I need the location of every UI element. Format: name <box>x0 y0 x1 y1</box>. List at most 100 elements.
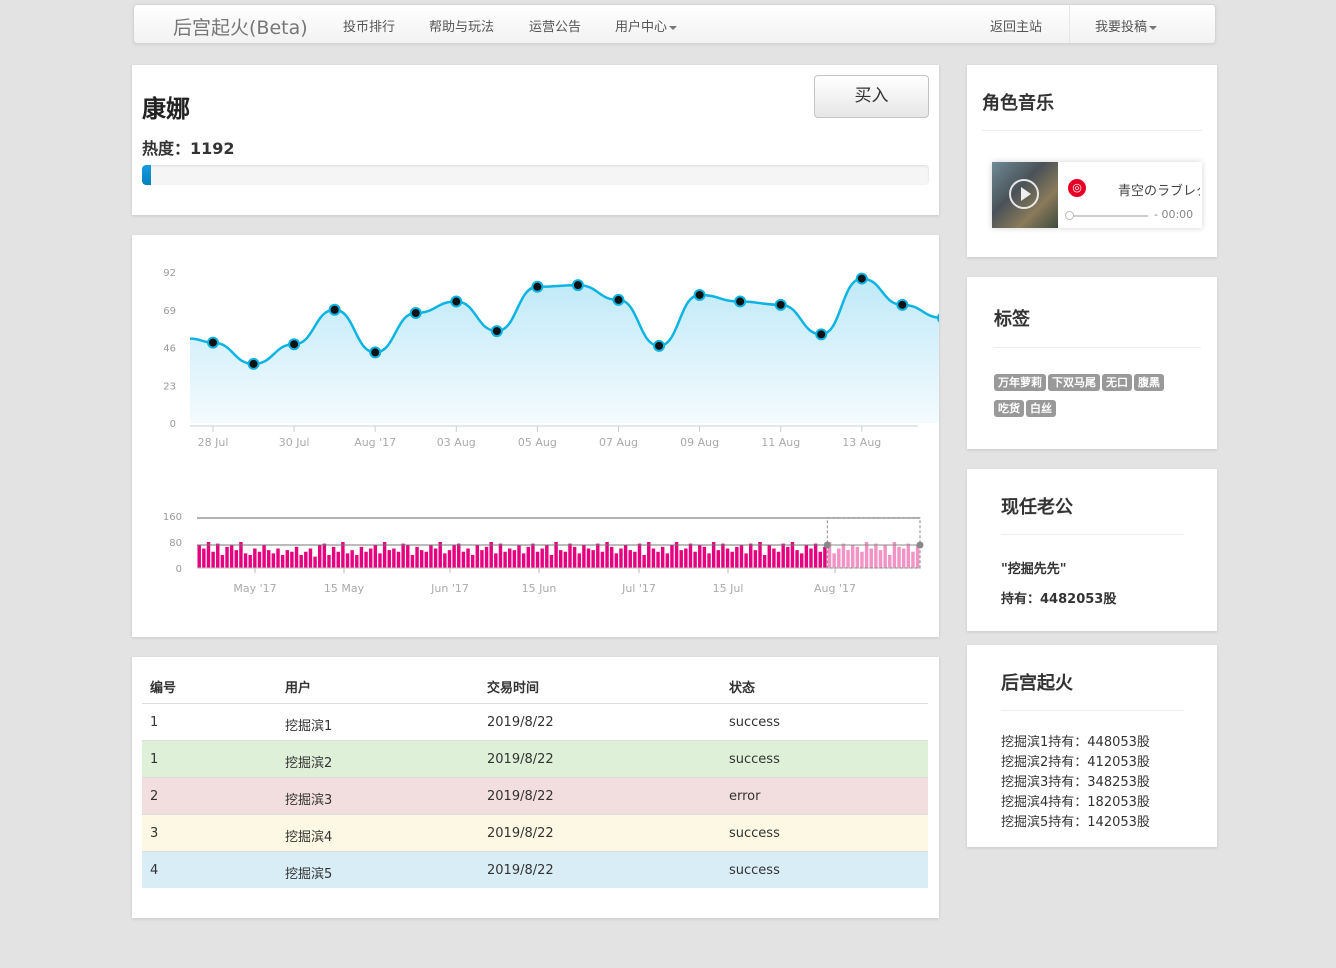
data-point <box>247 357 260 370</box>
nav-coin-ranking[interactable]: 投币排行 <box>343 16 395 35</box>
progress-knob[interactable] <box>1065 211 1074 220</box>
bar <box>220 555 225 568</box>
y-tick-label: 0 <box>170 419 176 430</box>
bar <box>818 551 822 568</box>
tag[interactable]: 吃货 <box>994 400 1024 417</box>
bar <box>364 551 368 568</box>
caret-down-icon <box>1149 25 1158 30</box>
cell-id: 1 <box>150 715 159 730</box>
x-tick-label: 15 Jun <box>522 582 557 595</box>
data-point <box>571 279 584 292</box>
bar <box>285 550 289 568</box>
bar <box>373 545 378 568</box>
bar <box>470 555 475 568</box>
list-item: 挖掘滨3持有：348253股 <box>1001 775 1150 790</box>
bar <box>781 543 785 568</box>
data-point <box>855 272 868 285</box>
bar <box>563 551 568 568</box>
bar <box>609 546 614 568</box>
bar <box>535 551 540 568</box>
bar <box>582 545 586 568</box>
x-tick-label: 15 Jul <box>713 582 744 595</box>
col-header-status: 状态 <box>729 681 756 696</box>
bar <box>290 551 294 568</box>
nav-submit[interactable]: 我要投稿 <box>1095 16 1158 35</box>
bar <box>313 556 317 568</box>
bar <box>466 548 470 568</box>
bar <box>693 551 697 568</box>
cell-id: 4 <box>150 863 159 878</box>
bar <box>725 548 730 568</box>
nav-divider <box>1069 5 1070 43</box>
bar <box>392 548 396 568</box>
table-row: 4 挖掘滨5 2019/8/22 success <box>142 851 928 888</box>
progress-track[interactable] <box>1068 215 1148 217</box>
data-point <box>653 339 666 352</box>
bar <box>753 550 758 568</box>
bar <box>554 542 558 568</box>
bar <box>202 548 206 568</box>
bar <box>336 551 340 568</box>
cell-user: 挖掘滨4 <box>285 830 333 845</box>
bar <box>443 553 447 568</box>
cell-status: success <box>729 715 780 730</box>
x-tick-label: 28 Jul <box>198 436 229 449</box>
bar <box>271 553 276 568</box>
nav-announcements[interactable]: 运营公告 <box>529 16 581 35</box>
bar <box>327 555 331 568</box>
cell-time: 2019/8/22 <box>487 826 554 841</box>
nav-user-center[interactable]: 用户中心 <box>615 16 678 35</box>
tag-list: 万年萝莉 下双马尾 无口 腹黑吃货 白丝 <box>994 371 1194 423</box>
transaction-table: 编号 用户 交易时间 状态 1 挖掘滨1 2019/8/22 success 1 挖掘滨2… <box>132 657 939 918</box>
nav-back-home[interactable]: 返回主站 <box>990 16 1042 35</box>
cell-id: 2 <box>150 789 159 804</box>
bar <box>350 550 354 568</box>
cell-status: success <box>729 752 780 767</box>
table-row: 2 挖掘滨3 2019/8/22 error <box>142 777 928 814</box>
x-tick-label: 11 Aug <box>761 436 800 449</box>
bar <box>225 546 229 568</box>
bar <box>503 551 507 568</box>
bar <box>739 545 744 568</box>
tag[interactable]: 白丝 <box>1026 400 1056 417</box>
bar <box>670 545 674 568</box>
play-icon[interactable] <box>1009 179 1039 209</box>
bar <box>216 543 220 568</box>
bar <box>308 548 313 568</box>
bar <box>355 555 359 568</box>
buy-button[interactable]: 买入 <box>814 75 929 118</box>
album-cover <box>992 162 1058 228</box>
bar <box>684 548 688 568</box>
cell-time: 2019/8/22 <box>487 752 554 767</box>
bar <box>674 542 679 568</box>
tag[interactable]: 下双马尾 <box>1048 374 1100 391</box>
bar <box>401 543 405 568</box>
bar <box>253 548 257 568</box>
holdings-value: 4482053股 <box>1040 592 1117 607</box>
bar <box>730 551 734 568</box>
tag[interactable]: 万年萝莉 <box>994 374 1046 391</box>
col-header-id: 编号 <box>150 681 177 696</box>
cell-id: 1 <box>150 752 159 767</box>
data-point <box>409 307 422 320</box>
bar <box>776 551 781 568</box>
tag[interactable]: 无口 <box>1102 374 1132 391</box>
bar <box>447 550 452 568</box>
navigator-bar-chart[interactable]: 0 80 160 May '17 15 May Jun '17 15 Jun Jul '17 1… <box>132 465 939 637</box>
data-point <box>774 298 787 311</box>
bar <box>758 542 762 568</box>
x-tick-label: Aug '17 <box>814 582 856 595</box>
cell-user: 挖掘滨1 <box>285 719 333 734</box>
bar <box>415 546 419 568</box>
current-husband-panel: 现任老公 "挖掘先先" 持有：4482053股 <box>967 469 1217 631</box>
tags-panel: 标签 万年萝莉 下双马尾 无口 腹黑吃货 白丝 <box>967 277 1217 449</box>
tag[interactable]: 腹黑 <box>1134 374 1164 391</box>
music-player: ◎ 青空のラブレター - 00:00 <box>992 162 1202 228</box>
husband-name: "挖掘先先" <box>1001 562 1067 577</box>
bar <box>790 542 795 568</box>
cell-user: 挖掘滨3 <box>285 793 333 808</box>
col-header-time: 交易时间 <box>487 681 540 696</box>
nav-help[interactable]: 帮助与玩法 <box>429 16 494 35</box>
brand-logo-text[interactable]: 后宫起火(Beta) <box>173 13 308 40</box>
netease-music-logo-icon: ◎ <box>1068 179 1086 197</box>
